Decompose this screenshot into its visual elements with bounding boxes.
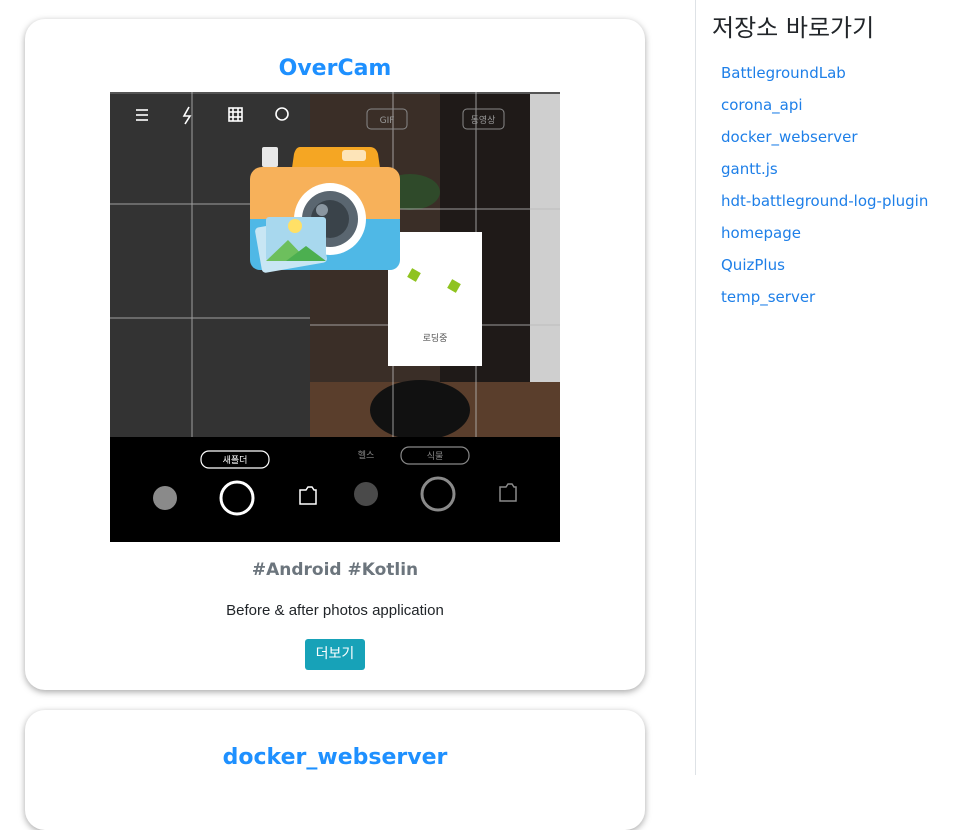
repo-link-temp-server[interactable]: temp_server [721,288,815,306]
camera-icon [250,147,400,273]
svg-text:동영상: 동영상 [471,115,496,126]
project-card: OverCam GIF 동영상 로딩중 새폴더 헬스 식물 #Android #… [25,19,645,690]
repo-link-corona-api[interactable]: corona_api [721,96,803,114]
repo-link-gantt-js[interactable]: gantt.js [721,160,778,178]
repo-link-hdt-battleground-log-plugin[interactable]: hdt-battleground-log-plugin [721,192,928,210]
repo-link-quizplus[interactable]: QuizPlus [721,256,785,274]
project-list: OverCam GIF 동영상 로딩중 새폴더 헬스 식물 #Android #… [0,0,695,830]
svg-text:헬스: 헬스 [358,450,375,461]
project-description: Before & after photos application [226,602,444,619]
project-tags: #Android #Kotlin [251,560,419,580]
project-title: docker_webserver [222,745,448,770]
svg-text:식물: 식물 [427,451,444,462]
more-button[interactable]: 더보기 [305,639,365,670]
project-screenshot: GIF 동영상 로딩중 새폴더 헬스 식물 [110,92,560,542]
repo-link-list: BattlegroundLab corona_api docker_webser… [721,62,928,318]
repo-link-battlegroundlab[interactable]: BattlegroundLab [721,64,846,82]
svg-text:새폴더: 새폴더 [223,455,248,466]
svg-text:로딩중: 로딩중 [423,333,448,344]
repository-sidebar: 저장소 바로가기 BattlegroundLab corona_api dock… [695,0,970,775]
repo-link-docker-webserver[interactable]: docker_webserver [721,128,858,146]
project-card: docker_webserver [25,710,645,830]
sidebar-heading: 저장소 바로가기 [712,14,875,42]
project-title: OverCam [278,56,392,81]
svg-text:GIF: GIF [380,116,395,126]
repo-link-homepage[interactable]: homepage [721,224,801,242]
